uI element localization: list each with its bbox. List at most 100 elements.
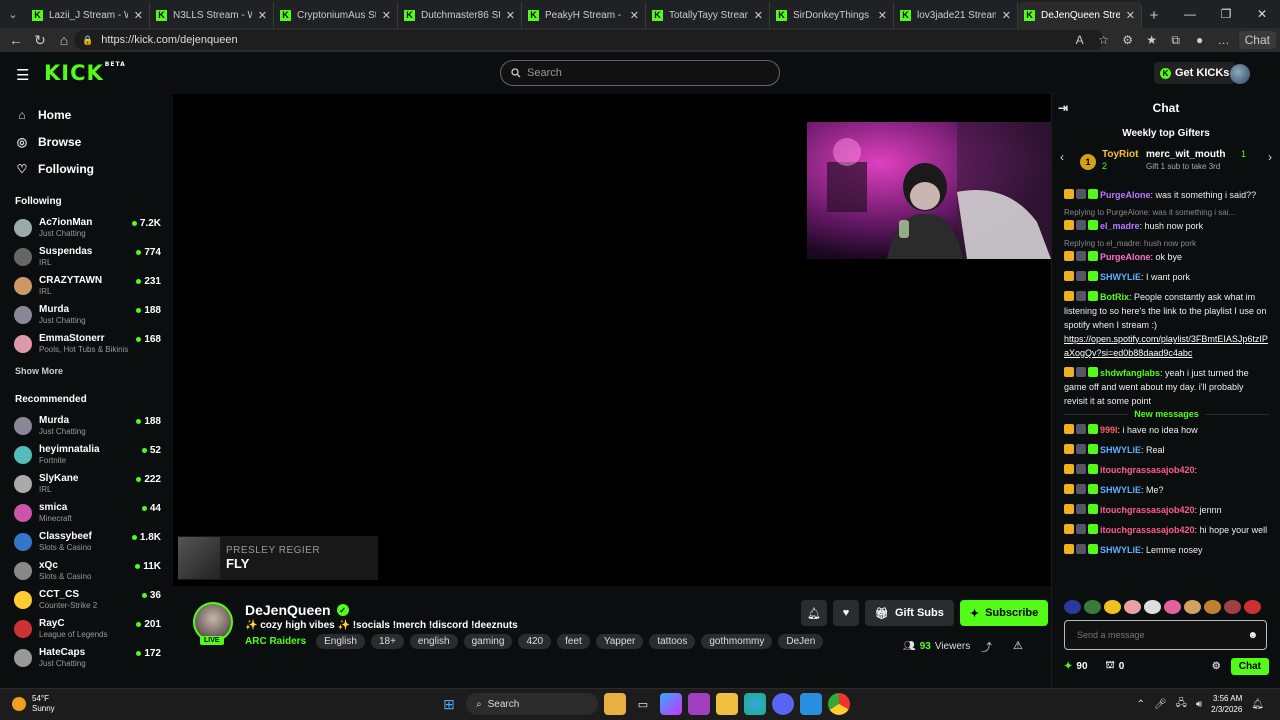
taskbar-search[interactable]: ⌕ Search xyxy=(466,693,598,715)
close-tab-icon[interactable]: ✕ xyxy=(878,9,887,22)
emote-icon[interactable] xyxy=(1204,600,1221,614)
chat-input[interactable]: Send a message ☻ xyxy=(1064,620,1267,650)
emote-icon[interactable] xyxy=(1084,600,1101,614)
stream-tag[interactable]: 18+ xyxy=(370,634,404,649)
chat-username[interactable]: SHWYLiE xyxy=(1100,445,1141,455)
collections-icon[interactable]: ⧉ xyxy=(1167,33,1185,48)
chevron-left-icon[interactable]: ‹ xyxy=(1060,150,1064,164)
streamer-name[interactable]: DeJenQueen ✓ xyxy=(245,602,349,618)
browser-tab[interactable]: K N3LLS Stream - Wa ✕ xyxy=(150,2,274,28)
url-field[interactable]: 🔒 https://kick.com/dejenqueen xyxy=(74,30,1104,50)
back-icon[interactable]: ← xyxy=(4,29,28,51)
volume-icon[interactable]: 🔊︎ xyxy=(1196,699,1202,710)
weather-widget[interactable]: 54°F Sunny xyxy=(12,694,55,714)
emote-icon[interactable] xyxy=(1244,600,1261,614)
profile-icon[interactable]: ● xyxy=(1191,33,1209,47)
second-gifter-name[interactable]: merc_wit_mouth xyxy=(1146,149,1225,160)
stream-tag[interactable]: tattoos xyxy=(649,634,696,649)
channel-item[interactable]: EmmaStonerr Pools, Hot Tubs & Bikinis 168 xyxy=(0,329,173,358)
more-menu-icon[interactable]: … xyxy=(1215,33,1233,47)
user-avatar[interactable] xyxy=(1230,64,1250,84)
close-tab-icon[interactable]: ✕ xyxy=(506,9,515,22)
browser-tab[interactable]: Klov3jade21 Stream ✕ xyxy=(894,2,1018,28)
vscode-icon[interactable] xyxy=(800,693,822,715)
category-link[interactable]: ARC Raiders xyxy=(245,636,306,647)
channel-item[interactable]: Suspendas IRL 774 xyxy=(0,242,173,271)
task-view-icon[interactable]: ▭ xyxy=(632,693,654,715)
browser-tab[interactable]: K PeakyH Stream - W ✕ xyxy=(522,2,646,28)
stream-tag[interactable]: English xyxy=(316,634,365,649)
stream-tag[interactable]: 420 xyxy=(518,634,552,649)
close-window-icon[interactable]: ✕ xyxy=(1244,0,1280,28)
channel-item[interactable]: SlyKane IRL 222 xyxy=(0,469,173,498)
stream-tag[interactable]: Yapper xyxy=(595,634,644,649)
chat-username[interactable]: shdwfanglabs xyxy=(1100,368,1160,378)
close-tab-icon[interactable]: ✕ xyxy=(382,9,391,22)
channel-item[interactable]: Ac7ionMan Just Chatting 7.2K xyxy=(0,213,173,242)
chat-link[interactable]: https://open.spotify.com/playlist/3FBmtE… xyxy=(1064,334,1268,358)
close-tab-icon[interactable]: ✕ xyxy=(134,9,143,22)
notification-bell-button[interactable]: 🔔︎ xyxy=(801,600,827,626)
show-more-link[interactable]: Show More xyxy=(0,358,173,380)
chat-username[interactable]: SHWYLiE xyxy=(1100,485,1141,495)
emote-icon[interactable] xyxy=(1184,600,1201,614)
read-aloud-icon[interactable]: A xyxy=(1071,33,1089,47)
emote-icon[interactable] xyxy=(1124,600,1141,614)
subscribe-button[interactable]: ✦ Subscribe xyxy=(959,600,1049,626)
minimize-icon[interactable]: — xyxy=(1172,0,1208,28)
widgets-icon[interactable] xyxy=(604,693,626,715)
app-icon[interactable] xyxy=(688,693,710,715)
favorite-star-icon[interactable]: ☆ xyxy=(1095,33,1113,47)
channel-item[interactable]: xQc Slots & Casino 11K xyxy=(0,556,173,585)
emoji-picker-icon[interactable]: ☻ xyxy=(1247,630,1258,641)
channel-item[interactable]: HateCaps Just Chatting 172 xyxy=(0,643,173,672)
copilot-chat-button[interactable]: Chat xyxy=(1238,31,1276,49)
collapse-chat-icon[interactable]: ⇥ xyxy=(1058,101,1068,115)
channel-points[interactable]: ✦ 90 xyxy=(1064,661,1088,672)
chat-settings-icon[interactable]: ⚙ xyxy=(1212,661,1221,672)
tray-overflow-icon[interactable]: ⌃ xyxy=(1137,699,1145,710)
stream-tag[interactable]: gothmommy xyxy=(701,634,773,649)
close-tab-icon[interactable]: ✕ xyxy=(754,9,763,22)
new-tab-button[interactable]: + xyxy=(1142,2,1166,28)
chat-username[interactable]: PurgeAlone xyxy=(1100,190,1151,200)
copilot-icon[interactable] xyxy=(660,693,682,715)
channel-item[interactable]: CRAZYTAWN IRL 231 xyxy=(0,271,173,300)
close-tab-icon[interactable]: ✕ xyxy=(258,9,267,22)
chat-username[interactable]: PurgeAlone xyxy=(1100,252,1151,262)
top-gifter-name[interactable]: ToyRiot xyxy=(1102,149,1138,160)
channel-item[interactable]: heyimnatalia Fortnite 52 xyxy=(0,440,173,469)
close-tab-icon[interactable]: ✕ xyxy=(630,9,639,22)
drops[interactable]: ⛫ 0 xyxy=(1106,660,1125,673)
channel-item[interactable]: smica Minecraft 44 xyxy=(0,498,173,527)
chat-username[interactable]: el_madre xyxy=(1100,221,1140,231)
favorites-icon[interactable]: ★ xyxy=(1143,33,1161,47)
chevron-right-icon[interactable]: › xyxy=(1268,150,1272,164)
stream-tag[interactable]: english xyxy=(409,634,458,649)
discord-icon[interactable] xyxy=(772,693,794,715)
chat-username[interactable]: itouchgrassasajob420 xyxy=(1100,465,1195,475)
browser-tab[interactable]: K CryptoniumAus Stre ✕ xyxy=(274,2,398,28)
browser-tab[interactable]: K Dutchmaster86 Stre ✕ xyxy=(398,2,522,28)
channel-item[interactable]: RayC League of Legends 201 xyxy=(0,614,173,643)
close-tab-icon[interactable]: ✕ xyxy=(1126,9,1135,22)
chrome-icon[interactable] xyxy=(828,693,850,715)
channel-item[interactable]: CCT_CS Counter-Strike 2 36 xyxy=(0,585,173,614)
menu-icon[interactable]: ☰ xyxy=(16,66,29,84)
reload-icon[interactable]: ↻ xyxy=(28,29,52,51)
nav-following[interactable]: ♡ Following xyxy=(0,155,173,182)
channel-item[interactable]: Murda Just Chatting 188 xyxy=(0,300,173,329)
share-icon[interactable]: ⤴ xyxy=(981,639,992,655)
gift-subs-button[interactable]: 🎁︎ Gift Subs xyxy=(865,600,954,626)
maximize-icon[interactable]: ❐ xyxy=(1208,0,1244,28)
windows-start-icon[interactable]: ⊞ xyxy=(438,693,460,715)
emote-icon[interactable] xyxy=(1104,600,1121,614)
clock[interactable]: 3:56 AM 2/3/2026 xyxy=(1211,693,1242,715)
channel-item[interactable]: Murda Just Chatting 188 xyxy=(0,411,173,440)
report-warning-icon[interactable]: ⚠ xyxy=(1013,639,1023,652)
channel-item[interactable]: Classybeef Slots & Casino 1.8K xyxy=(0,527,173,556)
chat-username[interactable]: SHWYLiE xyxy=(1100,272,1141,282)
kick-logo[interactable]: KICKBETA xyxy=(44,61,126,85)
stream-tag[interactable]: gaming xyxy=(463,634,513,649)
chat-username[interactable]: itouchgrassasajob420 xyxy=(1100,505,1195,515)
